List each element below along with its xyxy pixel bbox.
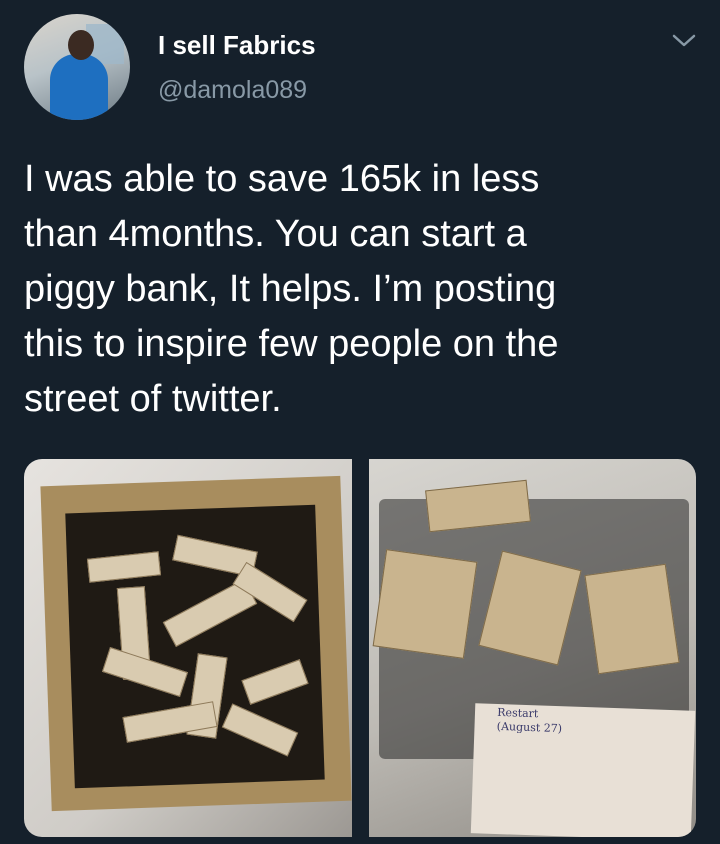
display-name[interactable]: I sell Fabrics <box>158 30 316 61</box>
tweet-text: I was able to save 165k in less than 4mo… <box>24 158 559 420</box>
banknote-stack <box>372 549 478 659</box>
tweet-photo-money-box[interactable] <box>24 459 352 837</box>
tweet-photo-money-stacks[interactable]: Restart (August 27) <box>369 459 696 837</box>
avatar[interactable] <box>24 14 130 120</box>
banknote-stack <box>584 563 680 675</box>
user-handle[interactable]: @damola089 <box>158 76 307 105</box>
avatar-figure-body <box>50 54 108 120</box>
paper-card-note: Restart (August 27) <box>496 705 563 736</box>
avatar-figure-head <box>68 30 94 60</box>
chevron-down-icon[interactable] <box>670 28 698 52</box>
